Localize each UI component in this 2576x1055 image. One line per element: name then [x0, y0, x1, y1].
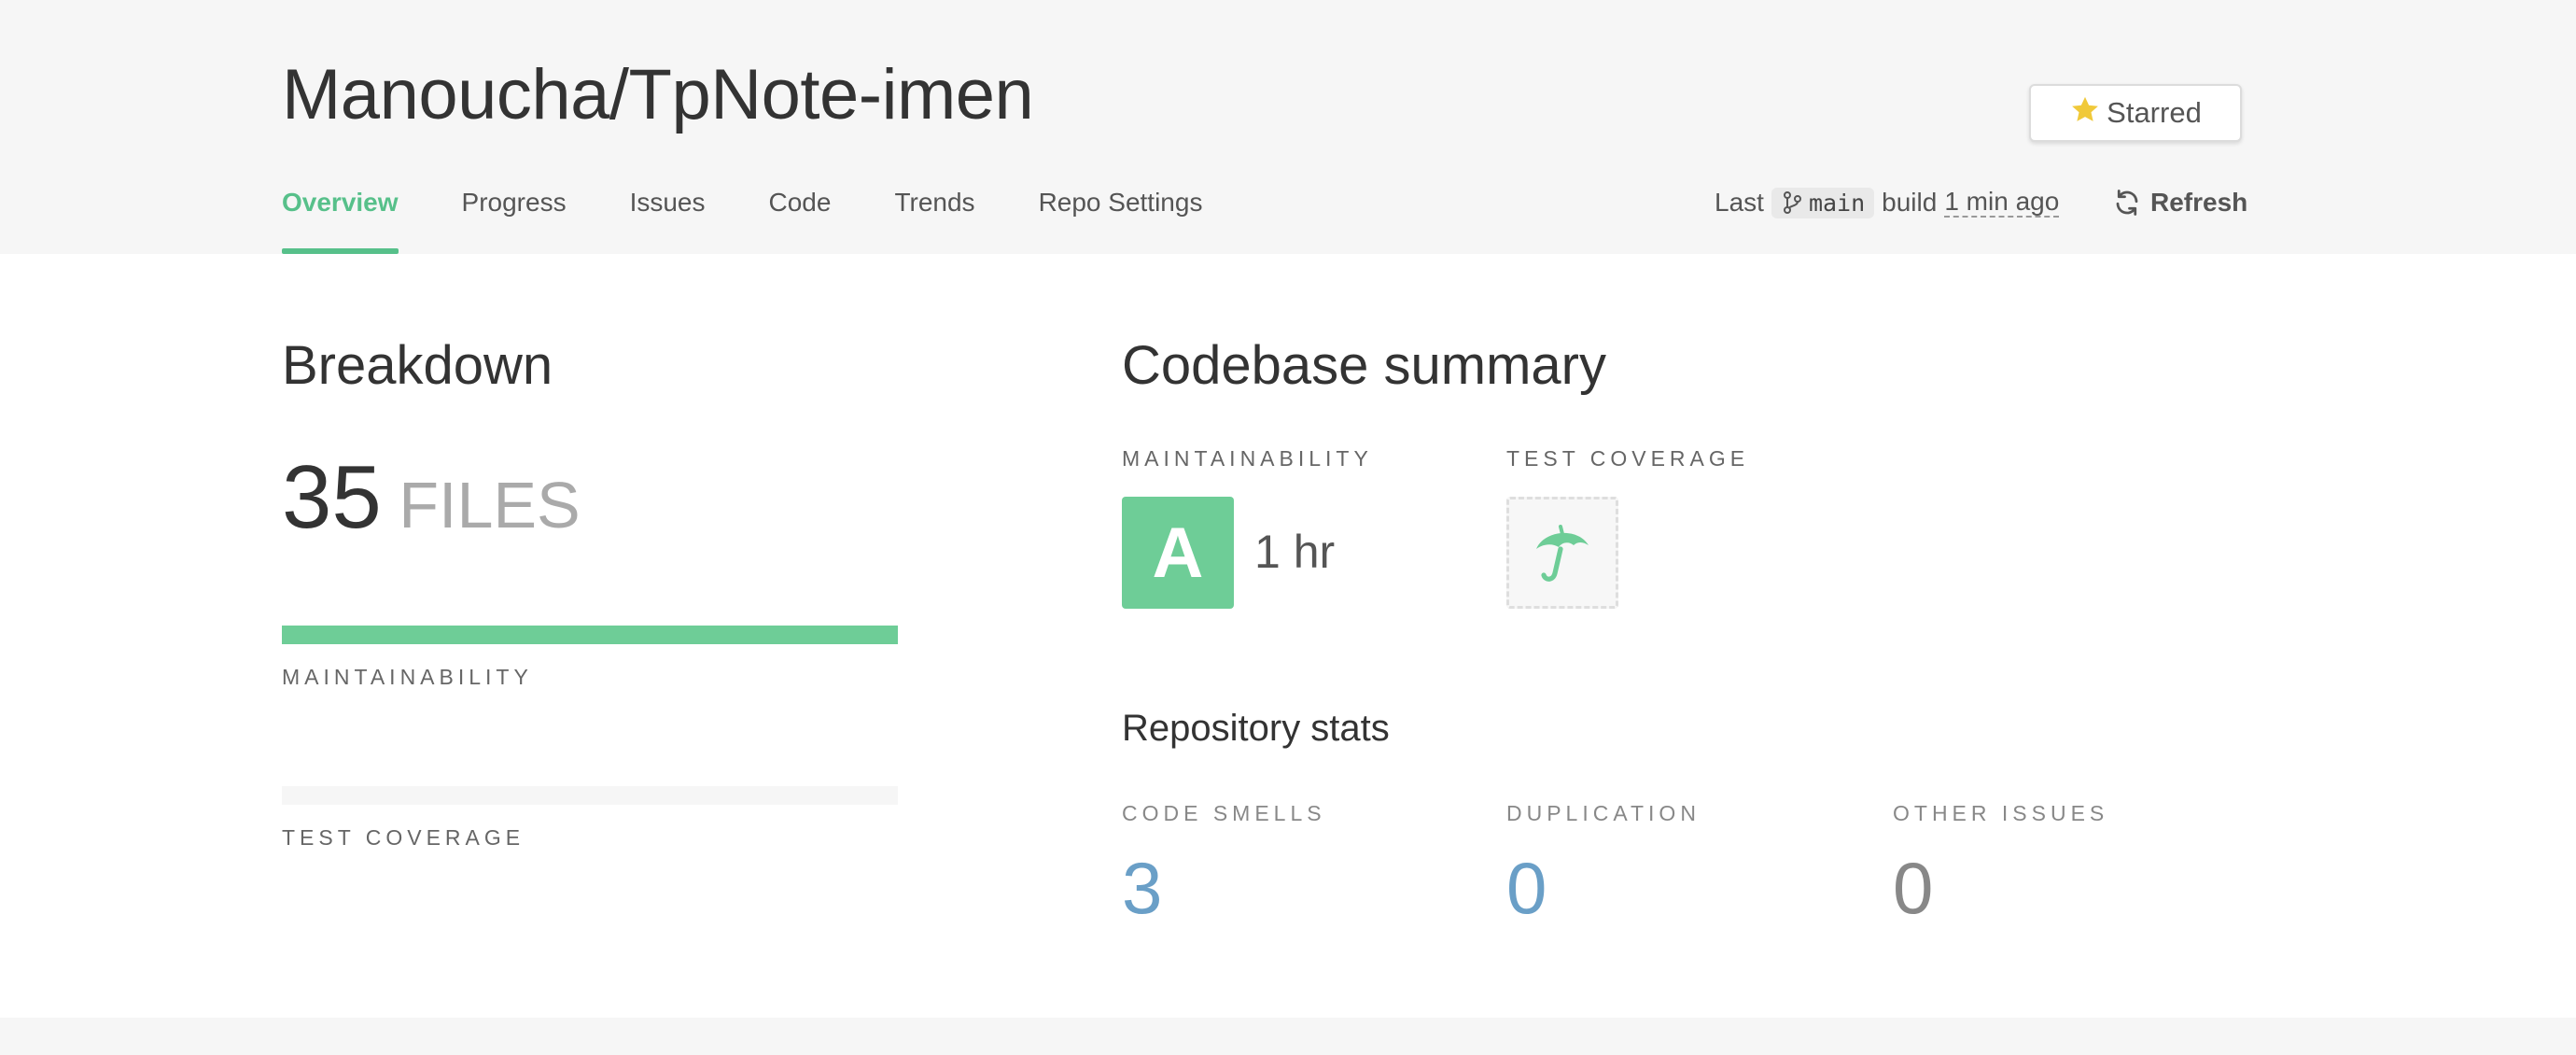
breakdown-title: Breakdown [282, 335, 553, 396]
git-branch-icon [1783, 191, 1801, 214]
maintainability-bar-label: MAINTAINABILITY [282, 665, 533, 689]
duplication-label: DUPLICATION [1506, 801, 1701, 825]
tab-overview[interactable]: Overview [282, 183, 399, 254]
repo-title: Manoucha/TpNote-imen [282, 55, 1034, 134]
tab-code[interactable]: Code [769, 183, 832, 254]
starred-button[interactable]: Starred [2029, 84, 2242, 142]
tab-issues[interactable]: Issues [630, 183, 706, 254]
repo-nav: Overview Progress Issues Code Trends Rep… [282, 183, 1266, 254]
refresh-button[interactable]: Refresh [2113, 183, 2247, 222]
footer-strip [0, 1018, 2576, 1055]
code-smells-label: CODE SMELLS [1122, 801, 1326, 825]
maintainability-grade-badge[interactable]: A [1122, 497, 1234, 609]
file-count: 35 FILES [282, 446, 581, 549]
build-time-link[interactable]: 1 min ago [1944, 188, 2060, 218]
refresh-label: Refresh [2150, 188, 2248, 217]
maintainability-time: 1 hr [1254, 526, 1336, 578]
star-icon [2072, 96, 2099, 121]
umbrella-icon [1536, 525, 1589, 582]
file-count-unit: FILES [399, 469, 581, 542]
duplication-value[interactable]: 0 [1506, 846, 1547, 931]
repository-stats-title: Repository stats [1122, 708, 1390, 749]
refresh-icon [2116, 190, 2138, 216]
starred-label: Starred [2107, 96, 2202, 129]
maintainability-label: MAINTAINABILITY [1122, 446, 1373, 471]
build-middle: build [1882, 188, 1938, 217]
last-build-info: Last main build 1 min ago [1715, 183, 2060, 222]
tab-trends[interactable]: Trends [894, 183, 974, 254]
test-coverage-bar-label: TEST COVERAGE [282, 825, 525, 850]
test-coverage-label: TEST COVERAGE [1506, 446, 1750, 471]
test-coverage-badge[interactable] [1506, 497, 1618, 609]
branch-name: main [1808, 189, 1866, 217]
test-coverage-bar[interactable] [282, 786, 898, 805]
maintainability-bar[interactable] [282, 626, 898, 644]
repo-header: Manoucha/TpNote-imen Starred Overview Pr… [0, 0, 2576, 254]
other-issues-value: 0 [1893, 847, 1934, 929]
file-count-number: 35 [282, 447, 382, 547]
codebase-summary-title: Codebase summary [1122, 335, 1606, 396]
tab-progress[interactable]: Progress [462, 183, 567, 254]
tab-repo-settings[interactable]: Repo Settings [1039, 183, 1203, 254]
build-prefix: Last [1715, 188, 1764, 217]
branch-badge: main [1771, 187, 1875, 218]
code-smells-value[interactable]: 3 [1122, 846, 1162, 931]
other-issues-label: OTHER ISSUES [1893, 801, 2109, 825]
